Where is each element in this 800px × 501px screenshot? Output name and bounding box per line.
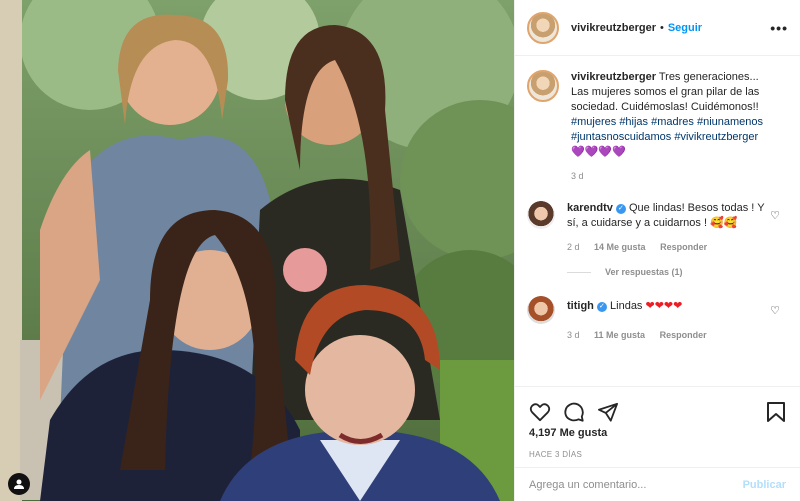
commenter-avatar[interactable] <box>527 201 555 229</box>
author-avatar[interactable] <box>527 11 559 44</box>
view-replies-button[interactable]: Ver respuestas (1) <box>567 267 800 277</box>
replies-divider <box>567 271 591 273</box>
author-username[interactable]: vivikreutzberger <box>571 22 656 34</box>
comment-likes[interactable]: 14 Me gusta <box>594 242 646 252</box>
comment-meta: 2 d 14 Me gusta Responder <box>567 240 767 255</box>
caption-body: vivikreutzberger Tres generaciones... La… <box>571 70 771 184</box>
hashtag-link[interactable]: #mujeres <box>571 116 616 128</box>
caption-time: 3 d <box>571 171 584 181</box>
publish-button[interactable]: Publicar <box>743 479 786 491</box>
caption-username[interactable]: vivikreutzberger <box>571 71 656 83</box>
commenter-username[interactable]: titigh <box>567 300 594 312</box>
post-header: vivikreutzberger • Seguir ••• <box>515 0 800 56</box>
hashtag-link[interactable]: #niunamenos <box>697 116 763 128</box>
red-hearts-emoji: ❤❤❤❤ <box>645 300 683 312</box>
comment-time: 3 d <box>567 330 580 340</box>
family-photo-image <box>0 0 514 501</box>
add-comment-bar: Publicar <box>515 467 800 501</box>
hashtag-link[interactable]: #juntasnoscuidamos <box>571 131 671 143</box>
purple-hearts-emoji: 💜💜💜💜 <box>571 146 626 158</box>
view-replies-label: Ver respuestas (1) <box>605 267 683 277</box>
reply-button[interactable]: Responder <box>660 242 707 252</box>
comment-text: Lindas <box>610 300 643 312</box>
verified-badge-icon: ✓ <box>596 302 607 312</box>
caption: vivikreutzberger Tres generaciones... La… <box>515 70 800 184</box>
heart-icon[interactable] <box>529 402 551 422</box>
separator-dot: • <box>659 21 664 34</box>
post-side-panel: vivikreutzberger • Seguir ••• vivikreutz… <box>514 0 800 501</box>
commenter-avatar[interactable] <box>527 296 555 324</box>
comment-time: 2 d <box>567 242 580 252</box>
hashtag-link[interactable]: #hijas <box>619 116 648 128</box>
comment-body: titigh ✓ Lindas ❤❤❤❤ 3 d 11 Me gusta Res… <box>567 296 767 343</box>
commenter-username[interactable]: karendtv <box>567 202 613 214</box>
likes-count[interactable]: 4,197 Me gusta <box>515 427 800 439</box>
post-age: HACE 3 DÍAS <box>529 450 583 459</box>
comment-icon[interactable] <box>563 401 585 423</box>
more-options-icon[interactable]: ••• <box>770 20 788 36</box>
caption-avatar[interactable] <box>527 70 559 102</box>
tagged-users-button[interactable] <box>8 473 30 495</box>
comment-likes[interactable]: 11 Me gusta <box>594 330 645 340</box>
hashtag-link[interactable]: #vivikreutzberger <box>674 131 758 143</box>
hashtag-link[interactable]: #madres <box>651 116 694 128</box>
comment-meta: 3 d 11 Me gusta Responder <box>567 328 767 343</box>
comment-item: karendtv ✓ Que lindas! Besos todas ! Y s… <box>515 201 800 255</box>
comment-input[interactable] <box>529 478 743 491</box>
user-icon <box>14 479 24 489</box>
comment-body: karendtv ✓ Que lindas! Besos todas ! Y s… <box>567 201 767 255</box>
bookmark-icon[interactable] <box>766 401 786 423</box>
share-icon[interactable] <box>597 402 619 422</box>
action-icons <box>515 387 800 427</box>
comment-item: titigh ✓ Lindas ❤❤❤❤ 3 d 11 Me gusta Res… <box>515 296 800 343</box>
like-comment-heart-icon[interactable]: ♡ <box>770 209 780 222</box>
post-photo[interactable] <box>0 0 514 501</box>
comments-list: vivikreutzberger Tres generaciones... La… <box>515 70 800 343</box>
reply-button[interactable]: Responder <box>660 330 707 340</box>
follow-button[interactable]: Seguir <box>668 22 702 34</box>
post-actions: 4,197 Me gusta HACE 3 DÍAS Publicar <box>515 386 800 501</box>
like-comment-heart-icon[interactable]: ♡ <box>770 304 780 317</box>
instagram-post: vivikreutzberger • Seguir ••• vivikreutz… <box>0 0 800 501</box>
verified-badge-icon: ✓ <box>615 204 626 214</box>
